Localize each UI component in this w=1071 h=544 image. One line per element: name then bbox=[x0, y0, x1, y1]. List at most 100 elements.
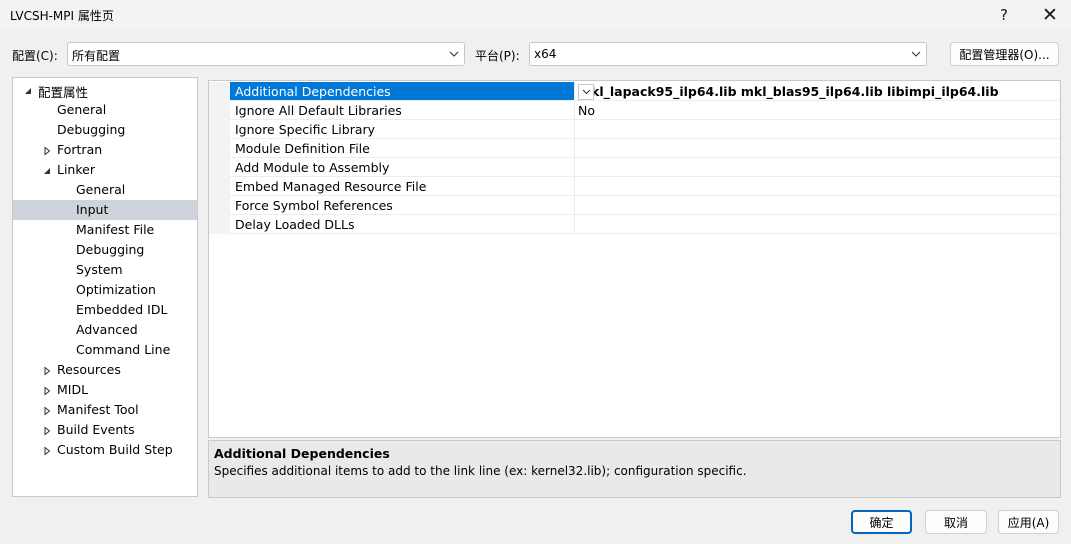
tree-item[interactable]: System bbox=[13, 260, 197, 280]
tree-item[interactable]: Embedded IDL bbox=[13, 300, 197, 320]
collapsed-triangle-icon[interactable] bbox=[42, 365, 52, 376]
property-row[interactable]: Force Symbol References bbox=[209, 196, 1060, 215]
platform-value: x64 bbox=[534, 47, 557, 61]
property-value-cell[interactable]: No bbox=[575, 101, 1060, 120]
property-name-cell[interactable]: Ignore Specific Library bbox=[230, 120, 575, 139]
tree-item[interactable]: Optimization bbox=[13, 280, 197, 300]
ok-button[interactable]: 确定 bbox=[851, 510, 912, 534]
expanded-triangle-icon[interactable] bbox=[23, 85, 33, 95]
tree-item-label: System bbox=[76, 262, 123, 277]
property-value: No bbox=[578, 103, 595, 118]
tree-item-label: General bbox=[57, 102, 107, 117]
property-value: mkl_lapack95_ilp64.lib mkl_blas95_ilp64.… bbox=[578, 84, 999, 99]
tree-item-label: Input bbox=[76, 202, 109, 217]
property-name-cell[interactable]: Force Symbol References bbox=[230, 196, 575, 215]
property-value-cell[interactable] bbox=[575, 139, 1060, 158]
cancel-button[interactable]: 取消 bbox=[925, 510, 987, 534]
property-name-cell[interactable]: Ignore All Default Libraries bbox=[230, 101, 575, 120]
config-value: 所有配置 bbox=[72, 49, 121, 63]
tree-item[interactable]: Command Line bbox=[13, 340, 197, 360]
property-value-cell[interactable] bbox=[575, 158, 1060, 177]
tree-item[interactable]: Advanced bbox=[13, 320, 197, 340]
collapsed-triangle-icon[interactable] bbox=[42, 385, 52, 396]
tree-item-label: Manifest File bbox=[76, 222, 155, 237]
tree-item-label: General bbox=[76, 182, 126, 197]
property-row[interactable]: Add Module to Assembly bbox=[209, 158, 1060, 177]
tree-item[interactable]: Debugging bbox=[13, 240, 197, 260]
value-dropdown-button[interactable] bbox=[578, 84, 594, 100]
property-name: Module Definition File bbox=[235, 141, 370, 156]
platform-label: 平台(P): bbox=[475, 49, 520, 63]
row-gutter bbox=[209, 139, 230, 158]
platform-combo[interactable]: x64 bbox=[529, 42, 927, 66]
tree-item[interactable]: 配置属性 bbox=[13, 80, 197, 100]
property-row[interactable]: Delay Loaded DLLs bbox=[209, 215, 1060, 234]
tree-item[interactable]: Linker bbox=[13, 160, 197, 180]
expanded-triangle-icon[interactable] bbox=[42, 165, 52, 175]
tree-item-label: Embedded IDL bbox=[76, 302, 168, 317]
tree-item-label: Resources bbox=[57, 362, 121, 377]
row-gutter bbox=[209, 82, 230, 101]
help-button[interactable]: ? bbox=[984, 0, 1024, 30]
description-text: Specifies additional items to add to the… bbox=[214, 464, 747, 478]
tree-item[interactable]: General bbox=[13, 180, 197, 200]
row-gutter bbox=[209, 215, 230, 234]
collapsed-triangle-icon[interactable] bbox=[42, 445, 52, 456]
config-label: 配置(C): bbox=[12, 49, 58, 63]
tree-item-label: Debugging bbox=[76, 242, 145, 257]
tree-item[interactable]: Manifest Tool bbox=[13, 400, 197, 420]
property-name-cell[interactable]: Embed Managed Resource File bbox=[230, 177, 575, 196]
tree-item-label: Manifest Tool bbox=[57, 402, 139, 417]
row-gutter bbox=[209, 120, 230, 139]
property-row[interactable]: Ignore Specific Library bbox=[209, 120, 1060, 139]
property-row[interactable]: Embed Managed Resource File bbox=[209, 177, 1060, 196]
tree-item[interactable]: General bbox=[13, 100, 197, 120]
property-value-cell[interactable] bbox=[575, 120, 1060, 139]
window-title: LVCSH-MPI 属性页 bbox=[10, 9, 114, 23]
close-button[interactable]: ✕ bbox=[1030, 0, 1070, 30]
apply-button[interactable]: 应用(A) bbox=[998, 510, 1059, 534]
tree-item[interactable]: Input bbox=[13, 200, 197, 220]
property-row[interactable]: Additional Dependencies mkl_lapack95_ilp6… bbox=[209, 82, 1060, 101]
row-gutter bbox=[209, 196, 230, 215]
tree-item-label: Command Line bbox=[76, 342, 171, 357]
title-bar: LVCSH-MPI 属性页 ? ✕ bbox=[0, 0, 1071, 30]
property-value-cell[interactable] bbox=[575, 215, 1060, 234]
collapsed-triangle-icon[interactable] bbox=[42, 405, 52, 416]
property-name: Additional Dependencies bbox=[235, 84, 391, 99]
chevron-down-icon bbox=[446, 46, 462, 62]
property-name-cell[interactable]: Module Definition File bbox=[230, 139, 575, 158]
row-gutter bbox=[209, 177, 230, 196]
property-name-cell[interactable]: Delay Loaded DLLs bbox=[230, 215, 575, 234]
tree-item[interactable]: Custom Build Step bbox=[13, 440, 197, 460]
property-name: Ignore Specific Library bbox=[235, 122, 376, 137]
tree-item[interactable]: Debugging bbox=[13, 120, 197, 140]
collapsed-triangle-icon[interactable] bbox=[42, 425, 52, 436]
description-title: Additional Dependencies bbox=[214, 446, 390, 461]
property-name: Embed Managed Resource File bbox=[235, 179, 427, 194]
property-grid: Additional Dependencies mkl_lapack95_ilp6… bbox=[208, 80, 1061, 438]
tree-item-label: Custom Build Step bbox=[57, 442, 173, 457]
property-tree: 配置属性 General Debugging Fortran Linker General… bbox=[12, 77, 198, 497]
tree-item-label: Fortran bbox=[57, 142, 103, 157]
row-gutter bbox=[209, 158, 230, 177]
property-name-cell[interactable]: Additional Dependencies bbox=[230, 82, 575, 101]
property-row[interactable]: Ignore All Default Libraries No bbox=[209, 101, 1060, 120]
description-panel: Additional Dependencies Specifies additi… bbox=[208, 440, 1061, 498]
row-gutter bbox=[209, 101, 230, 120]
config-manager-button[interactable]: 配置管理器(O)... bbox=[950, 42, 1059, 66]
tree-item-label: Advanced bbox=[76, 322, 138, 337]
tree-item[interactable]: Manifest File bbox=[13, 220, 197, 240]
collapsed-triangle-icon[interactable] bbox=[42, 145, 52, 156]
tree-item[interactable]: MIDL bbox=[13, 380, 197, 400]
property-name-cell[interactable]: Add Module to Assembly bbox=[230, 158, 575, 177]
tree-item[interactable]: Build Events bbox=[13, 420, 197, 440]
config-combo[interactable]: 所有配置 bbox=[67, 42, 465, 66]
tree-item-label: Build Events bbox=[57, 422, 135, 437]
property-row[interactable]: Module Definition File bbox=[209, 139, 1060, 158]
property-value-cell[interactable] bbox=[575, 196, 1060, 215]
tree-item[interactable]: Fortran bbox=[13, 140, 197, 160]
tree-item[interactable]: Resources bbox=[13, 360, 197, 380]
property-value-cell[interactable]: mkl_lapack95_ilp64.lib mkl_blas95_ilp64.… bbox=[575, 82, 1060, 101]
property-value-cell[interactable] bbox=[575, 177, 1060, 196]
